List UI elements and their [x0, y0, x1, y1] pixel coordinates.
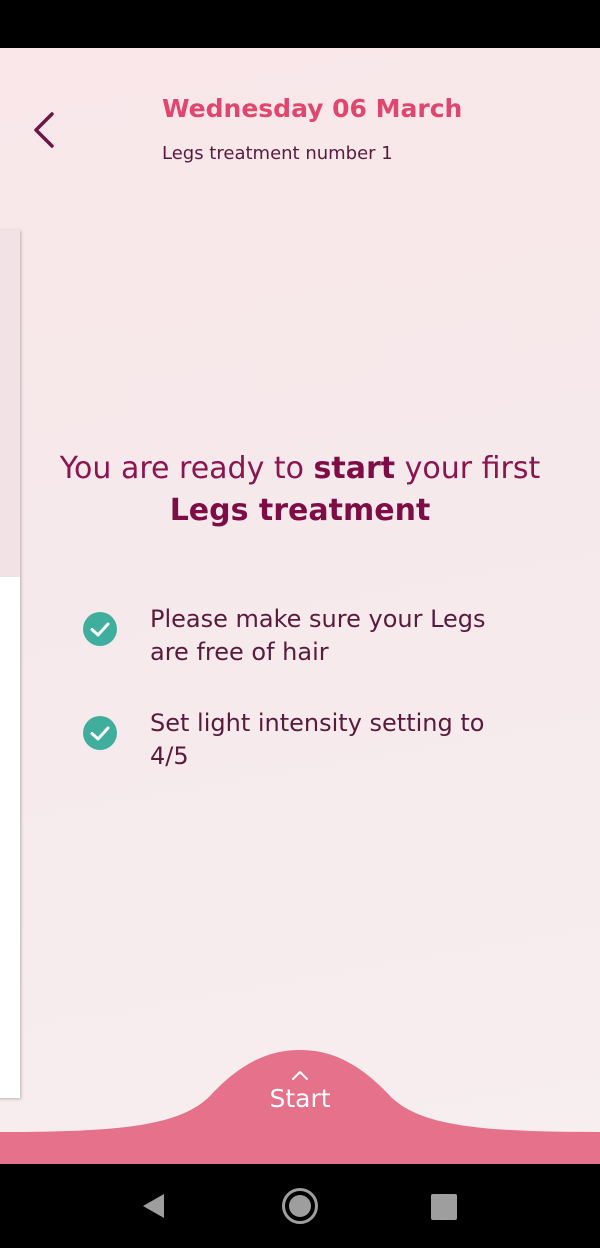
square-recents-icon: [431, 1194, 457, 1220]
headline-text-1: You are ready to: [59, 451, 314, 486]
headline-bold-area: Legs treatment: [169, 493, 431, 528]
treatment-screen: Wednesday 06 March Legs treatment number…: [0, 48, 600, 1164]
chevron-left-icon: [34, 112, 54, 148]
previous-card-edge[interactable]: [0, 230, 20, 1098]
check-circle-icon: [83, 612, 117, 646]
start-label: Start: [269, 1084, 331, 1113]
ready-headline: You are ready to start your first Legs t…: [40, 448, 560, 532]
nav-back-button[interactable]: [134, 1186, 174, 1226]
system-navigation-bar: [0, 1164, 600, 1248]
checklist-text: Please make sure your Legs are free of h…: [150, 605, 486, 666]
nav-home-button[interactable]: [280, 1186, 320, 1226]
date-title: Wednesday 06 March: [162, 94, 463, 123]
check-circle-icon: [83, 716, 117, 750]
card-header-tint: [0, 230, 20, 577]
circle-home-icon: [282, 1188, 318, 1224]
nav-recents-button[interactable]: [424, 1186, 464, 1226]
start-button[interactable]: Start: [230, 1064, 370, 1144]
chevron-up-icon: [292, 1071, 308, 1080]
back-button[interactable]: [24, 108, 64, 152]
headline-bold-start: start: [313, 451, 396, 486]
treatment-subtitle: Legs treatment number 1: [162, 143, 393, 164]
triangle-back-icon: [143, 1194, 164, 1218]
phone-screen: Wednesday 06 March Legs treatment number…: [0, 0, 600, 1248]
headline-text-2: your first: [395, 451, 541, 486]
checklist-text: Set light intensity setting to 4/5: [150, 709, 485, 770]
status-bar: [0, 0, 600, 48]
